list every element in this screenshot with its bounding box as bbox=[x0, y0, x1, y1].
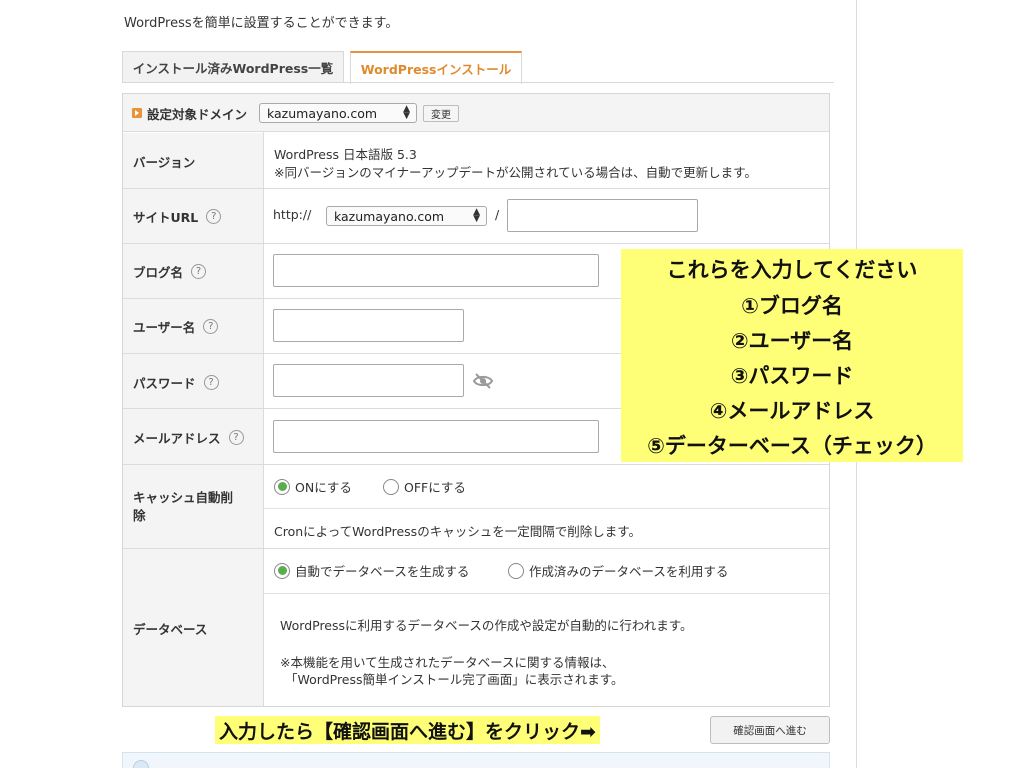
annotation-heading: これらを入力してください bbox=[666, 258, 918, 282]
database-existing-option[interactable]: 作成済みのデータベースを利用する bbox=[508, 561, 728, 580]
help-icon[interactable]: ? bbox=[228, 430, 244, 445]
help-icon[interactable]: ? bbox=[203, 375, 219, 390]
tab-wordpress-install[interactable]: WordPressインストール bbox=[350, 51, 522, 84]
version-label: バージョン bbox=[133, 155, 196, 170]
database-auto-option[interactable]: 自動でデータベースを生成する bbox=[274, 561, 469, 580]
email-label: メールアドレス ? bbox=[133, 428, 244, 447]
site-url-path-input[interactable] bbox=[507, 199, 698, 232]
eye-slash-icon[interactable] bbox=[472, 372, 494, 390]
email-input[interactable] bbox=[273, 420, 599, 453]
column-separator bbox=[263, 132, 264, 706]
site-url-slash: / bbox=[495, 207, 500, 222]
domain-change-button[interactable]: 変更 bbox=[423, 105, 459, 122]
blog-name-input[interactable] bbox=[273, 254, 599, 287]
help-icon[interactable]: ? bbox=[203, 319, 219, 334]
row-divider bbox=[123, 464, 829, 465]
database-label: データベース bbox=[133, 622, 208, 637]
help-icon[interactable]: ? bbox=[206, 209, 222, 224]
annotation-cta: 入力したら【確認画面へ進む】をクリック➡ bbox=[215, 716, 600, 744]
row-divider bbox=[123, 548, 829, 549]
blog-name-label: ブログ名 ? bbox=[133, 262, 207, 281]
database-subdivider bbox=[264, 593, 829, 594]
domain-select[interactable]: kazumayano.com ▲ ▼ bbox=[259, 103, 417, 123]
cache-off-radio[interactable] bbox=[383, 478, 399, 495]
database-existing-radio[interactable] bbox=[508, 562, 524, 579]
cache-on-radio[interactable] bbox=[274, 478, 290, 495]
annotation-note: これらを入力してください ①ブログ名 ②ユーザー名 ③パスワード ④メールアドレ… bbox=[621, 249, 963, 462]
site-url-domain-select[interactable]: kazumayano.com ▲ ▼ bbox=[326, 206, 487, 226]
cache-on-option[interactable]: ONにする bbox=[274, 477, 352, 496]
info-box bbox=[122, 752, 830, 768]
site-url-domain-value: kazumayano.com bbox=[334, 208, 445, 224]
domain-label: 設定対象ドメイン bbox=[147, 107, 248, 122]
cache-subdivider bbox=[264, 508, 829, 509]
play-arrow-icon bbox=[132, 108, 142, 118]
confirm-button[interactable]: 確認画面へ進む bbox=[710, 716, 830, 744]
password-label: パスワード ? bbox=[133, 373, 219, 392]
database-auto-radio[interactable] bbox=[274, 562, 290, 579]
domain-select-value: kazumayano.com bbox=[267, 105, 378, 121]
intro-text: WordPressを簡単に設置することができます。 bbox=[124, 16, 399, 31]
annotation-item: ④メールアドレス bbox=[709, 399, 875, 423]
site-url-label: サイトURL ? bbox=[133, 207, 222, 226]
version-note: ※同バージョンのマイナーアップデートが公開されている場合は、自動で更新します。 bbox=[274, 165, 757, 180]
row-divider bbox=[123, 243, 829, 244]
select-arrows-icon: ▲ ▼ bbox=[403, 104, 410, 121]
password-input[interactable] bbox=[273, 364, 464, 397]
database-description: WordPressに利用するデータベースの作成や設定が自動的に行われます。 bbox=[280, 618, 693, 633]
site-url-prefix: http:// bbox=[273, 207, 312, 222]
annotation-item: ③パスワード bbox=[730, 364, 854, 388]
annotation-item: ⑤データーベース（チェック） bbox=[647, 434, 937, 458]
user-name-input[interactable] bbox=[273, 309, 464, 342]
select-arrows-icon: ▲ ▼ bbox=[473, 207, 480, 224]
cache-description: CronによってWordPressのキャッシュを一定間隔で削除します。 bbox=[274, 524, 641, 539]
tab-installed-list[interactable]: インストール済みWordPress一覧 bbox=[122, 51, 344, 83]
cache-label: キャッシュ自動削除 bbox=[133, 490, 234, 523]
tabs-underline bbox=[122, 82, 834, 83]
database-note-2: 「WordPress簡単インストール完了画面」に表示されます。 bbox=[285, 672, 624, 687]
annotation-item: ①ブログ名 bbox=[741, 294, 843, 318]
row-divider bbox=[123, 188, 829, 189]
help-icon[interactable]: ? bbox=[191, 264, 207, 279]
annotation-item: ②ユーザー名 bbox=[730, 329, 854, 353]
user-name-label: ユーザー名 ? bbox=[133, 317, 219, 336]
cache-off-option[interactable]: OFFにする bbox=[383, 477, 466, 496]
version-value: WordPress 日本語版 5.3 bbox=[274, 147, 417, 162]
